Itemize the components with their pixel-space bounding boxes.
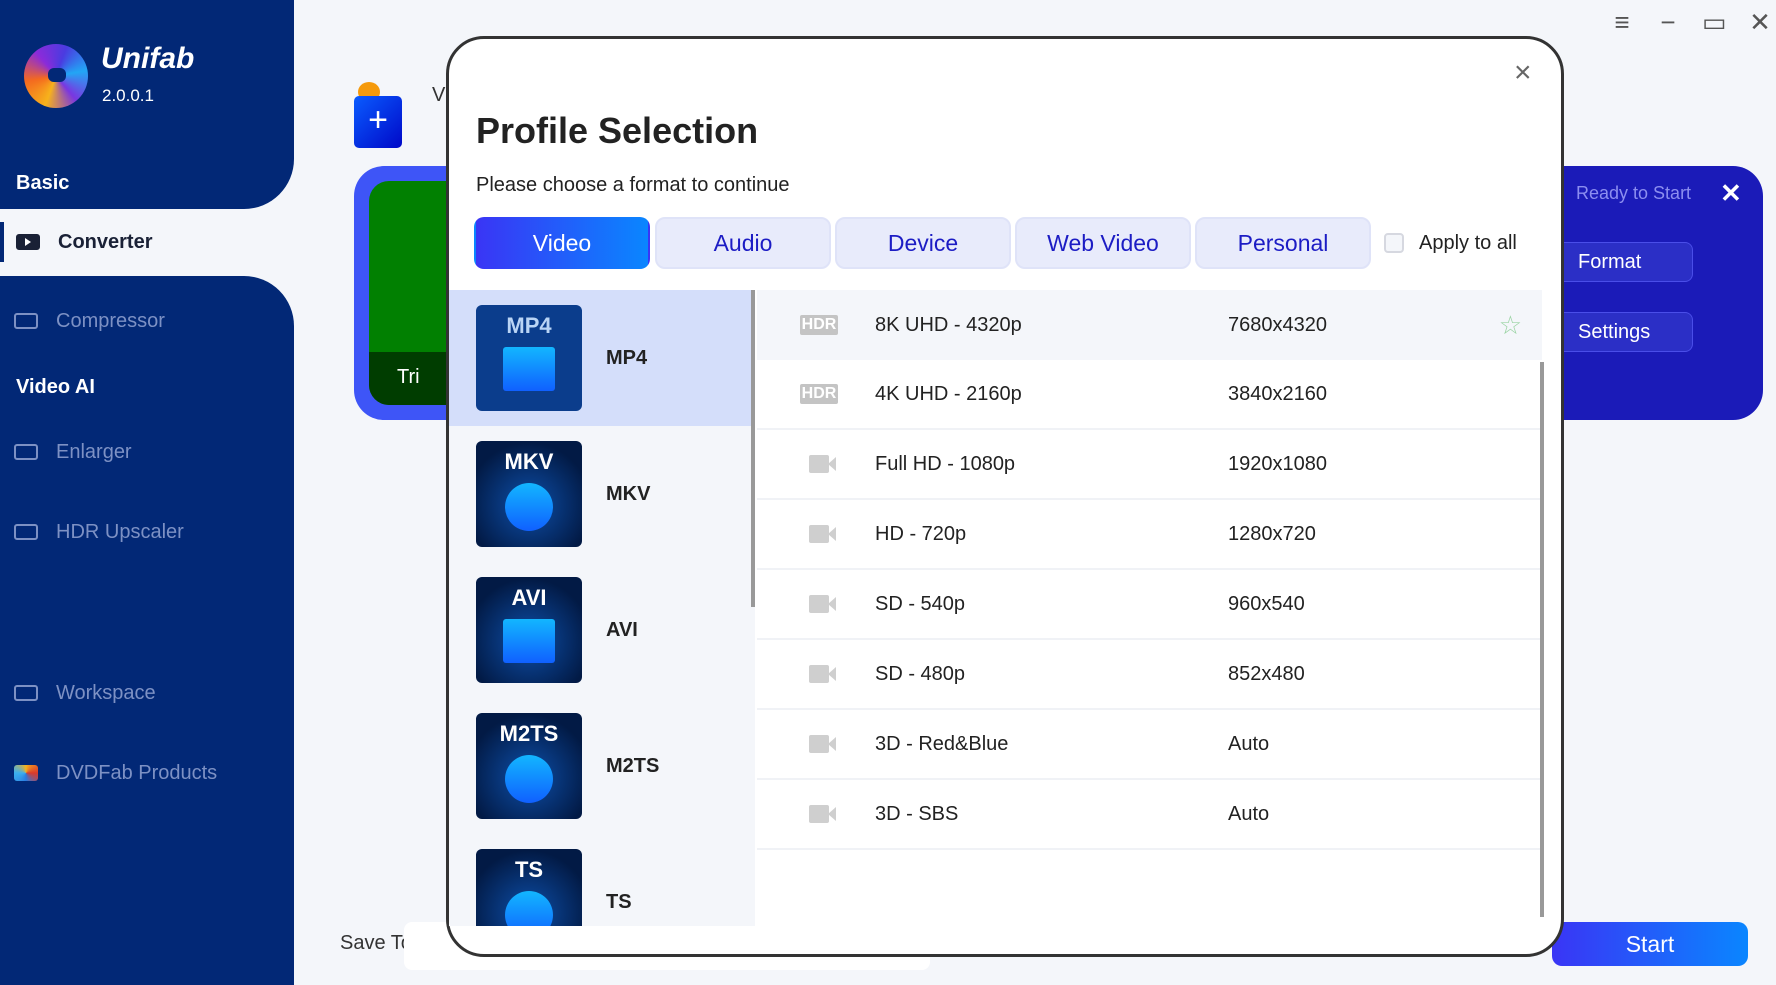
profile-name: 3D - SBS <box>875 802 959 825</box>
section-video-ai: Video AI <box>16 376 95 398</box>
sidebar-item-label: DVDFab Products <box>56 761 218 784</box>
dialog-close-icon[interactable]: × <box>1514 56 1532 90</box>
enlarge-icon <box>14 444 38 460</box>
profile-resolution: Auto <box>1228 802 1270 825</box>
apply-to-all-checkbox[interactable] <box>1384 233 1404 253</box>
format-item-avi[interactable]: AVI AVI <box>449 562 755 698</box>
tab-personal[interactable]: Personal <box>1195 217 1371 269</box>
avi-format-icon: AVI <box>476 577 582 683</box>
profile-resolution: 1920x1080 <box>1228 452 1327 475</box>
format-list: MP4 MP4 MKV MKV AVI AVI M2TS M2TS TS TS <box>449 290 755 926</box>
format-name: MP4 <box>606 346 648 369</box>
tab-web-video[interactable]: Web Video <box>1015 217 1191 269</box>
mp4-format-icon: MP4 <box>476 305 582 411</box>
profile-row[interactable]: 3D - SBS Auto <box>757 780 1542 850</box>
profile-resolution: 960x540 <box>1228 592 1305 615</box>
window-controls: ≡ − ▭ ✕ <box>1610 8 1776 36</box>
format-name: M2TS <box>606 754 660 777</box>
mkv-format-icon: MKV <box>476 441 582 547</box>
profile-resolution: 7680x4320 <box>1228 313 1327 336</box>
profile-row[interactable]: HD - 720p 1280x720 <box>757 500 1542 570</box>
tab-device[interactable]: Device <box>835 217 1011 269</box>
favorite-star-icon[interactable]: ☆ <box>1499 310 1522 341</box>
hdr-icon: HDR <box>799 315 839 335</box>
app-name: Unifab <box>101 42 195 75</box>
sidebar-item-enlarger[interactable]: Enlarger <box>0 432 294 472</box>
profile-list: HDR 8K UHD - 4320p 7680x4320 ☆ HDR 4K UHD - … <box>757 290 1542 890</box>
profile-row[interactable]: HDR 4K UHD - 2160p 3840x2160 <box>757 360 1542 430</box>
format-name: MKV <box>606 482 651 505</box>
profile-resolution: 3840x2160 <box>1228 382 1327 405</box>
add-video-button[interactable]: + <box>354 82 402 148</box>
format-name: TS <box>606 890 632 913</box>
profile-name: 3D - Red&Blue <box>875 732 1009 755</box>
sidebar-item-workspace[interactable]: Workspace <box>0 673 294 713</box>
profile-name: SD - 480p <box>875 662 966 685</box>
format-item-ts[interactable]: TS TS <box>449 834 755 926</box>
profile-resolution: Auto <box>1228 732 1270 755</box>
m2ts-format-icon: M2TS <box>476 713 582 819</box>
compress-icon <box>14 313 38 329</box>
dvdfab-logo-icon <box>14 765 38 781</box>
start-button[interactable]: Start <box>1552 922 1748 966</box>
video-camera-icon <box>809 805 836 823</box>
profile-name: SD - 540p <box>875 592 966 615</box>
profile-name: Full HD - 1080p <box>875 452 1016 475</box>
video-camera-icon <box>809 525 836 543</box>
add-video-label: V <box>432 84 446 106</box>
sidebar-item-label: Converter <box>58 230 153 253</box>
maximize-icon[interactable]: ▭ <box>1702 8 1727 36</box>
close-icon[interactable]: ✕ <box>1748 8 1772 36</box>
profile-name: 8K UHD - 4320p <box>875 313 1022 336</box>
sidebar-item-hdr-upscaler[interactable]: HDR Upscaler <box>0 512 294 552</box>
video-camera-icon <box>809 735 836 753</box>
video-camera-icon <box>809 665 836 683</box>
sidebar-item-label: HDR Upscaler <box>56 520 184 543</box>
hdr-icon: HDR <box>799 384 839 404</box>
sidebar-item-compressor[interactable]: Compressor <box>0 301 294 341</box>
menu-icon[interactable]: ≡ <box>1610 8 1634 36</box>
profile-row[interactable]: SD - 480p 852x480 <box>757 640 1542 710</box>
sidebar-item-dvdfab-products[interactable]: DVDFab Products <box>0 753 294 793</box>
sidebar-item-label: Enlarger <box>56 440 132 463</box>
profile-resolution: 852x480 <box>1228 662 1305 685</box>
section-basic: Basic <box>16 172 70 194</box>
profile-row[interactable]: 3D - Red&Blue Auto <box>757 710 1542 780</box>
remove-task-icon[interactable]: ✕ <box>1720 178 1742 209</box>
profile-resolution: 1280x720 <box>1228 522 1316 545</box>
sidebar-item-label: Compressor <box>56 309 165 332</box>
apply-to-all-label[interactable]: Apply to all <box>1419 232 1517 255</box>
profile-row[interactable]: Full HD - 1080p 1920x1080 <box>757 430 1542 500</box>
video-camera-icon <box>809 455 836 473</box>
ts-format-icon: TS <box>476 849 582 926</box>
dialog-title: Profile Selection <box>476 110 759 151</box>
format-item-mp4[interactable]: MP4 MP4 <box>449 290 755 426</box>
profile-row[interactable]: HDR 8K UHD - 4320p 7680x4320 ☆ <box>757 290 1542 360</box>
profile-name: HD - 720p <box>875 522 967 545</box>
profile-row[interactable]: SD - 540p 960x540 <box>757 570 1542 640</box>
format-item-mkv[interactable]: MKV MKV <box>449 426 755 562</box>
format-item-m2ts[interactable]: M2TS M2TS <box>449 698 755 834</box>
profile-name: 4K UHD - 2160p <box>875 382 1022 405</box>
tab-video[interactable]: Video <box>474 217 650 269</box>
app-version: 2.0.0.1 <box>102 86 154 105</box>
video-camera-icon <box>809 595 836 613</box>
tab-audio[interactable]: Audio <box>655 217 831 269</box>
dialog-subtitle: Please choose a format to continue <box>476 174 790 196</box>
sidebar-item-converter[interactable]: Converter <box>0 222 294 262</box>
task-status: Ready to Start <box>1576 183 1692 203</box>
sidebar-item-label: Workspace <box>56 681 156 704</box>
format-list-scrollbar[interactable] <box>751 290 755 607</box>
minimize-icon[interactable]: − <box>1656 8 1680 36</box>
unifab-logo-icon <box>24 44 88 108</box>
hdr-icon <box>14 524 38 540</box>
monitor-icon <box>14 685 38 701</box>
format-name: AVI <box>606 618 638 641</box>
play-box-icon <box>16 234 40 250</box>
profile-list-scrollbar[interactable] <box>1540 362 1544 917</box>
